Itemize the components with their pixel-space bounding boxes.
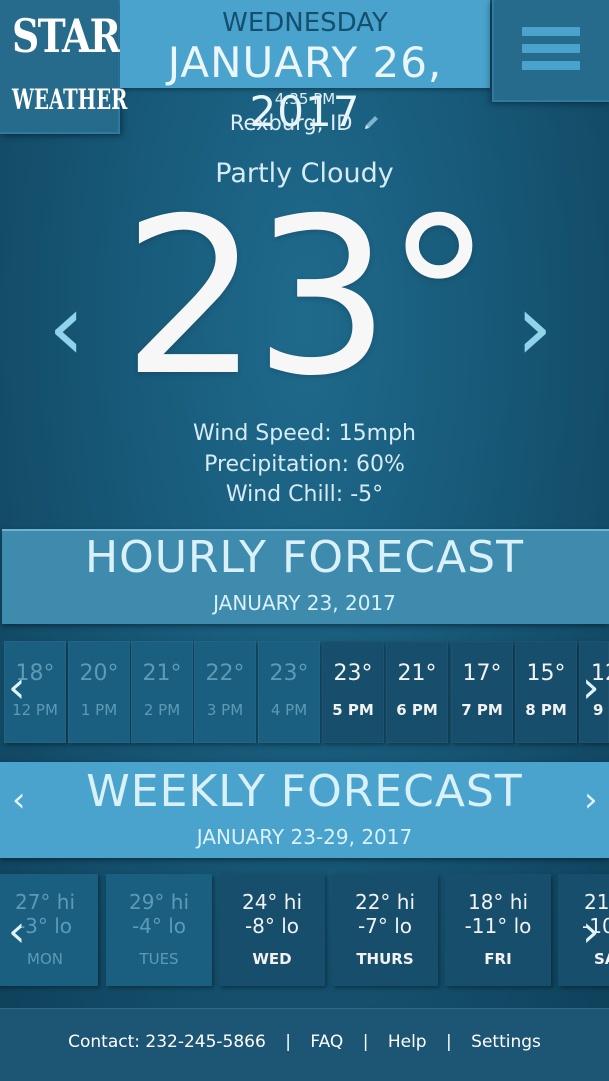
contact-link[interactable]: Contact: 232-245-5866 bbox=[68, 1032, 266, 1052]
hour-cell[interactable]: 22° 3 PM bbox=[194, 641, 256, 743]
hour-temp: 21° bbox=[397, 661, 437, 686]
hour-cell[interactable]: 15° 8 PM bbox=[515, 641, 577, 743]
hour-label: 5 PM bbox=[332, 701, 374, 719]
location-row[interactable]: Rexburg, ID bbox=[120, 111, 490, 135]
day-high: 29° hi bbox=[128, 890, 190, 914]
hour-cell[interactable]: 21° 6 PM bbox=[386, 641, 448, 743]
hour-temp: 15° bbox=[526, 661, 566, 686]
pencil-icon[interactable] bbox=[362, 114, 380, 132]
chevron-right-icon[interactable]: › bbox=[584, 780, 598, 820]
hamburger-menu-icon-bar bbox=[522, 44, 580, 53]
weekly-forecast-range: JANUARY 23-29, 2017 bbox=[196, 825, 413, 849]
chevron-left-icon[interactable]: ‹ bbox=[12, 780, 26, 820]
current-time: 4:35 PM bbox=[274, 90, 336, 108]
precipitation: Precipitation: 60% bbox=[204, 452, 405, 477]
chevron-left-icon[interactable]: ‹ bbox=[8, 662, 26, 713]
day-label: FRI bbox=[484, 950, 512, 968]
hour-label: 8 PM bbox=[525, 701, 567, 719]
day-cell[interactable]: 18° hi -11° lo FRI bbox=[445, 874, 551, 986]
hour-label: 7 PM bbox=[461, 701, 503, 719]
faq-link[interactable]: FAQ bbox=[310, 1032, 343, 1052]
footer-links: Contact: 232-245-5866 | FAQ | Help | Set… bbox=[0, 1032, 609, 1052]
footer-separator: | bbox=[446, 1032, 452, 1052]
hour-label: 4 PM bbox=[270, 701, 308, 719]
location-label: Rexburg, ID bbox=[229, 111, 353, 135]
hour-temp: 23° bbox=[269, 661, 309, 686]
weekly-forecast-strip[interactable]: 27° hi -3° lo MON 29° hi -4° lo TUES 24°… bbox=[0, 874, 609, 986]
hour-label: 1 PM bbox=[80, 701, 118, 719]
day-label: TUES bbox=[139, 950, 179, 968]
day-label: THURS bbox=[356, 950, 414, 968]
day-low: -7° lo bbox=[357, 914, 413, 938]
logo-text-weather: WEATHER bbox=[12, 83, 128, 116]
chevron-left-icon[interactable]: ‹ bbox=[8, 906, 26, 957]
hour-temp: 20° bbox=[79, 661, 119, 686]
hour-label: 6 PM bbox=[396, 701, 438, 719]
footer-separator: | bbox=[362, 1032, 369, 1052]
hourly-forecast-title: HOURLY FORECAST bbox=[85, 532, 524, 583]
hour-temp: 21° bbox=[142, 661, 182, 686]
hour-temp: 17° bbox=[462, 661, 502, 686]
help-link[interactable]: Help bbox=[388, 1032, 427, 1052]
logo-text-star: STAR bbox=[12, 9, 121, 63]
day-low: -11° lo bbox=[464, 914, 532, 938]
hamburger-menu-icon bbox=[522, 27, 580, 36]
hourly-forecast-date: JANUARY 23, 2017 bbox=[213, 591, 396, 615]
day-cell[interactable]: 29° hi -4° lo TUES bbox=[106, 874, 212, 986]
day-cell[interactable]: 22° hi -7° lo THURS bbox=[332, 874, 438, 986]
day-label: WED bbox=[252, 950, 292, 968]
day-high: 18° hi bbox=[467, 890, 529, 914]
wind-speed: Wind Speed: 15mph bbox=[193, 421, 416, 446]
day-low: -4° lo bbox=[131, 914, 187, 938]
chevron-right-icon[interactable]: › bbox=[582, 662, 600, 713]
day-low: -8° lo bbox=[244, 914, 300, 938]
hour-cell[interactable]: 21° 2 PM bbox=[131, 641, 193, 743]
hour-label: 2 PM bbox=[143, 701, 181, 719]
hour-temp: 23° bbox=[333, 661, 373, 686]
settings-link[interactable]: Settings bbox=[471, 1032, 541, 1052]
day-high: 22° hi bbox=[354, 890, 416, 914]
chevron-right-icon[interactable]: › bbox=[516, 278, 553, 378]
chevron-right-icon[interactable]: › bbox=[582, 906, 600, 957]
day-cell[interactable]: 24° hi -8° lo WED bbox=[219, 874, 325, 986]
chevron-left-icon[interactable]: ‹ bbox=[48, 278, 85, 378]
hour-cell[interactable]: 23° 4 PM bbox=[258, 641, 320, 743]
hour-cell[interactable]: 17° 7 PM bbox=[451, 641, 513, 743]
hour-label: 3 PM bbox=[206, 701, 244, 719]
hourly-forecast-strip[interactable]: 18° 12 PM 20° 1 PM 21° 2 PM 22° 3 PM 23°… bbox=[0, 641, 609, 743]
hour-cell[interactable]: 20° 1 PM bbox=[68, 641, 130, 743]
wind-chill: Wind Chill: -5° bbox=[225, 482, 384, 507]
day-high: 24° hi bbox=[241, 890, 303, 914]
hour-temp: 22° bbox=[205, 661, 245, 686]
footer-separator: | bbox=[285, 1032, 291, 1052]
weekly-forecast-title: WEEKLY FORECAST bbox=[86, 766, 523, 817]
hour-cell[interactable]: 23° 5 PM bbox=[322, 641, 384, 743]
hamburger-menu-icon-bar bbox=[522, 61, 580, 70]
weekday-label: WEDNESDAY bbox=[222, 8, 388, 38]
